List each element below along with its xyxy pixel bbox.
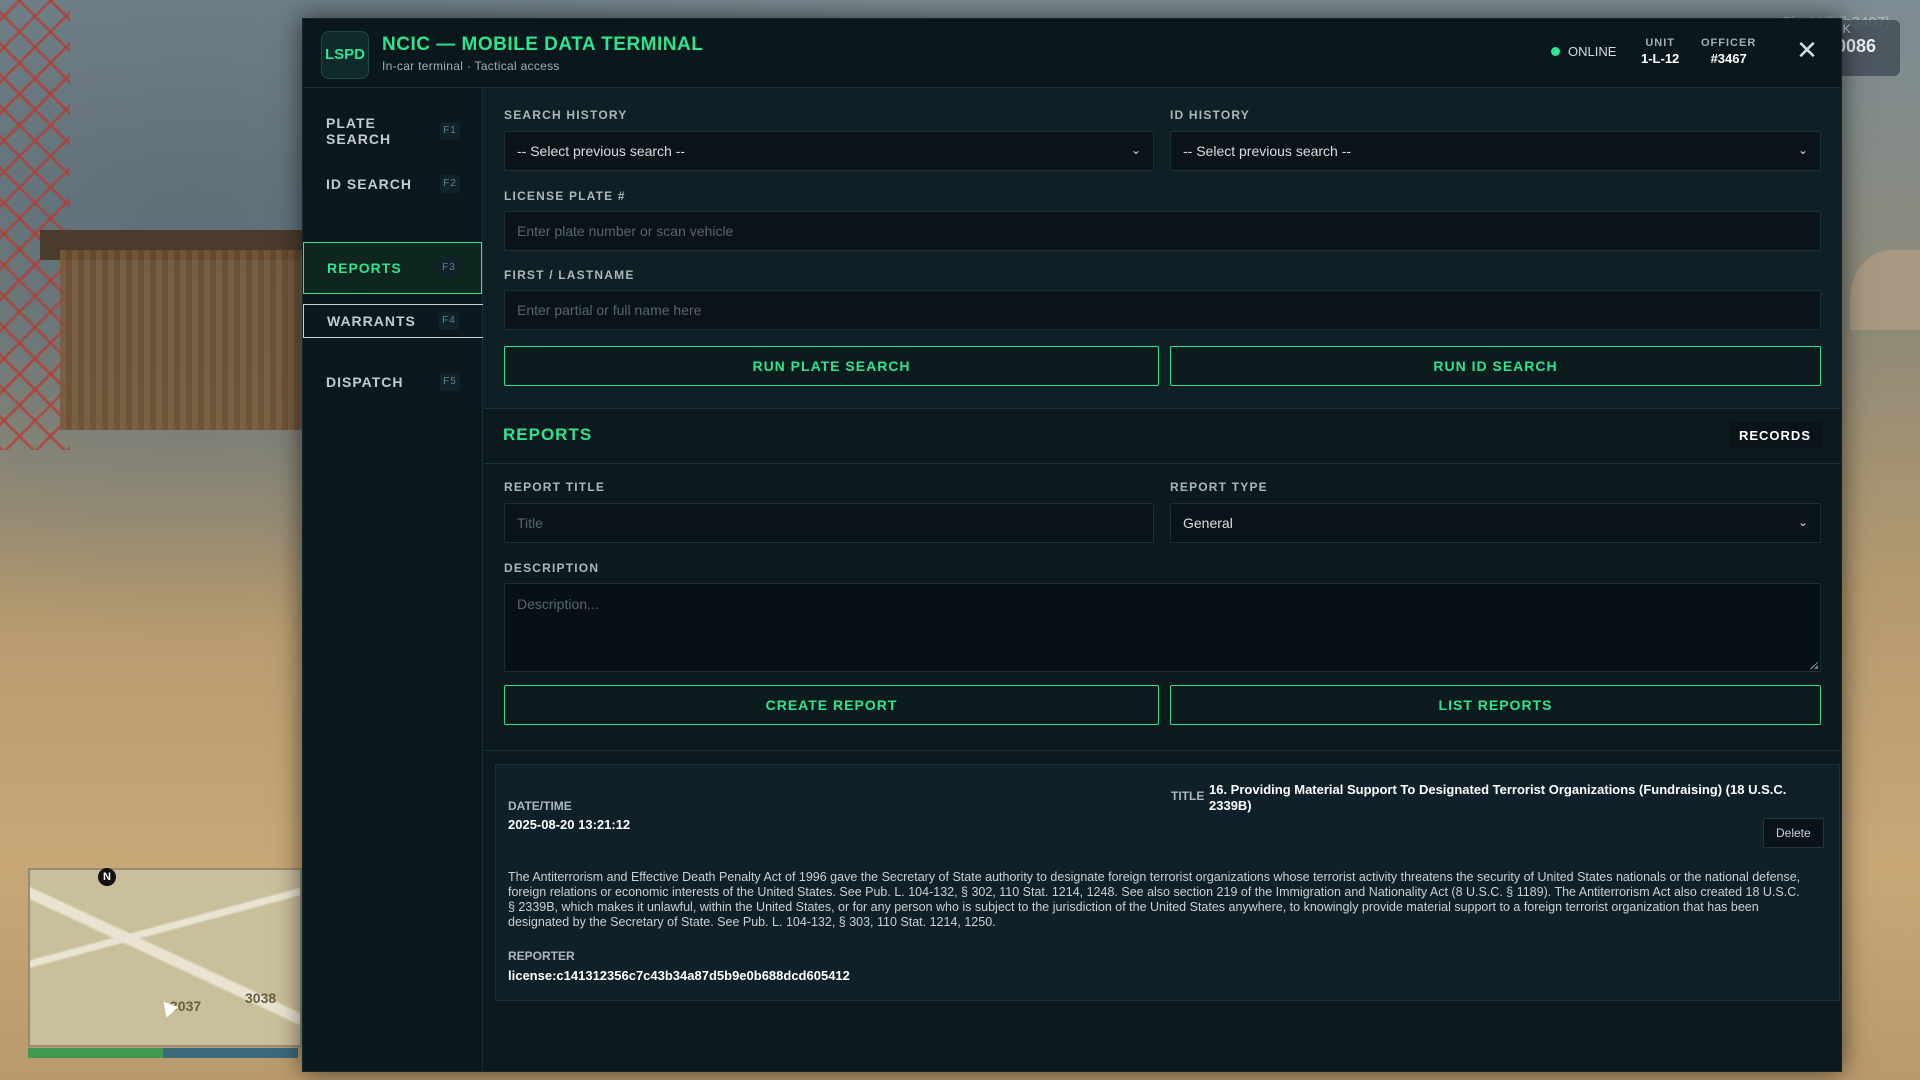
minimap: 3037 3038: [28, 868, 302, 1047]
hotkey-badge: F4: [439, 312, 459, 330]
resize-handle-icon[interactable]: [1810, 661, 1818, 669]
report-description: The Antiterrorism and Effective Death Pe…: [508, 870, 1801, 929]
description-textarea[interactable]: Description...: [504, 583, 1821, 672]
plate-input[interactable]: Enter plate number or scan vehicle: [504, 211, 1821, 251]
status-dot-icon: [1551, 47, 1560, 56]
search-section: SEARCH HISTORY -- Select previous search…: [483, 88, 1841, 409]
health-bar: [28, 1048, 298, 1058]
sidebar-item-id-search[interactable]: ID SEARCH F2: [303, 158, 482, 210]
unit-info: UNIT 1-L-12: [1641, 37, 1679, 66]
select-value: General: [1183, 515, 1233, 531]
search-history-select[interactable]: -- Select previous search -- ⌄: [504, 131, 1154, 171]
delete-button[interactable]: Delete: [1763, 818, 1824, 848]
sidebar-item-dispatch[interactable]: DISPATCH F5: [303, 356, 482, 408]
reports-section: REPORTS RECORDS REPORT TITLE Title REPOR…: [483, 409, 1841, 749]
search-history-label: SEARCH HISTORY: [504, 108, 628, 122]
status-text: ONLINE: [1568, 44, 1617, 59]
unit-value: 1-L-12: [1641, 51, 1680, 66]
textarea-placeholder: Description...: [517, 596, 599, 612]
hotkey-badge: F5: [440, 373, 460, 391]
sidebar-item-label: ID SEARCH: [326, 176, 413, 192]
officer-value: #3467: [1710, 51, 1747, 66]
id-history-label: ID HISTORY: [1170, 108, 1251, 122]
select-value: -- Select previous search --: [1183, 143, 1352, 159]
chevron-down-icon: ⌄: [1130, 143, 1141, 157]
status-indicator: ONLINE: [1551, 44, 1616, 59]
run-plate-search-button[interactable]: RUN PLATE SEARCH: [504, 346, 1159, 386]
list-reports-button[interactable]: LIST REPORTS: [1170, 685, 1821, 725]
officer-info: OFFICER #3467: [1701, 37, 1756, 66]
report-title-label: REPORT TITLE: [504, 480, 606, 494]
report-card: DATE/TIME 2025-08-20 13:21:12 TITLE 16. …: [495, 764, 1840, 1001]
hotkey-badge: F1: [440, 122, 460, 140]
run-id-search-button[interactable]: RUN ID SEARCH: [1170, 346, 1821, 386]
report-title-key: TITLE: [1171, 789, 1205, 803]
reports-header: REPORTS RECORDS: [483, 409, 1841, 464]
report-type-label: REPORT TYPE: [1170, 480, 1268, 494]
chevron-down-icon: ⌄: [1797, 515, 1808, 529]
hotkey-badge: F3: [439, 259, 459, 277]
datetime-value: 2025-08-20 13:21:12: [508, 817, 631, 832]
unit-label: UNIT: [1645, 37, 1675, 49]
mdt-window: LSPD NCIC — MOBILE DATA TERMINAL In-car …: [302, 18, 1842, 1072]
hotkey-badge: F2: [440, 175, 460, 193]
app-title: NCIC — MOBILE DATA TERMINAL: [382, 34, 704, 55]
chevron-down-icon: ⌄: [1797, 143, 1808, 157]
report-title-input[interactable]: Title: [504, 503, 1154, 543]
sidebar-item-label: PLATE SEARCH: [326, 115, 392, 147]
shack: [60, 250, 310, 430]
main-content: SEARCH HISTORY -- Select previous search…: [483, 88, 1841, 1071]
minimap-roads: [30, 870, 300, 1045]
hill: [1850, 250, 1920, 330]
sidebar-item-label: DISPATCH: [326, 374, 404, 390]
reports-list: DATE/TIME 2025-08-20 13:21:12 TITLE 16. …: [483, 750, 1841, 1071]
name-label: FIRST / LASTNAME: [504, 268, 635, 282]
sidebar-item-plate-search[interactable]: PLATE SEARCH F1: [303, 105, 482, 157]
select-value: -- Select previous search --: [517, 143, 686, 159]
app-subtitle: In-car terminal · Tactical access: [382, 59, 560, 73]
description-label: DESCRIPTION: [504, 561, 600, 575]
sidebar-item-label: REPORTS: [327, 260, 402, 276]
records-button[interactable]: RECORDS: [1728, 422, 1821, 448]
close-icon[interactable]: ✕: [1795, 37, 1819, 63]
id-history-select[interactable]: -- Select previous search -- ⌄: [1170, 131, 1821, 171]
header: LSPD NCIC — MOBILE DATA TERMINAL In-car …: [303, 19, 1841, 88]
lspd-logo: LSPD: [321, 31, 369, 79]
sidebar: PLATE SEARCH F1 ID SEARCH F2 REPORTS F3 …: [303, 88, 525, 1071]
datetime-label: DATE/TIME: [508, 799, 572, 813]
report-title-value: 16. Providing Material Support To Design…: [1209, 782, 1787, 813]
name-input[interactable]: Enter partial or full name here: [504, 290, 1821, 330]
sidebar-item-reports[interactable]: REPORTS F3: [303, 242, 482, 294]
create-report-button[interactable]: CREATE REPORT: [504, 685, 1159, 725]
health-fill: [28, 1048, 163, 1058]
report-type-select[interactable]: General ⌄: [1170, 503, 1821, 543]
sidebar-item-label: WARRANTS: [327, 313, 416, 329]
plate-label: LICENSE PLATE #: [504, 189, 626, 203]
reports-heading: REPORTS: [503, 425, 593, 444]
north-icon: N: [98, 868, 116, 886]
officer-label: OFFICER: [1701, 37, 1757, 49]
reporter-value: license:c141312356c7c43b34a87d5b9e0b688d…: [508, 968, 850, 983]
reporter-label: REPORTER: [508, 949, 575, 963]
minimap-label: 3038: [245, 990, 277, 1006]
